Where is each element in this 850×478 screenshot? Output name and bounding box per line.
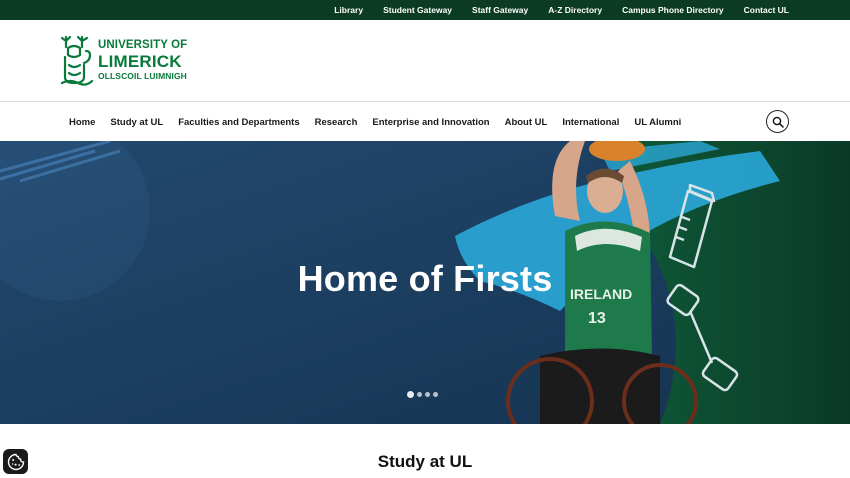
nav-about-ul[interactable]: About UL — [505, 117, 548, 128]
main-nav: Home Study at UL Faculties and Departmen… — [0, 103, 850, 141]
logo-limerick: LIMERICK — [98, 51, 182, 71]
utility-bar: Library Student Gateway Staff Gateway A-… — [0, 0, 850, 20]
nav-enterprise-and-innovation[interactable]: Enterprise and Innovation — [372, 117, 489, 128]
utility-link-az-directory[interactable]: A-Z Directory — [548, 5, 602, 15]
utility-link-campus-phone-directory[interactable]: Campus Phone Directory — [622, 5, 724, 15]
search-icon — [772, 116, 784, 128]
search-button[interactable] — [766, 110, 789, 133]
nav-international[interactable]: International — [562, 117, 619, 128]
main-nav-list: Home Study at UL Faculties and Departmen… — [69, 103, 696, 141]
logo-university-of: UNIVERSITY OF — [98, 39, 188, 51]
slider-dot-1[interactable] — [407, 391, 414, 398]
slider-dot-4[interactable] — [433, 392, 438, 397]
slider-dot-3[interactable] — [425, 392, 430, 397]
hero-banner: IRELAND 13 Home of Firsts — [0, 141, 850, 424]
utility-nav: Library Student Gateway Staff Gateway A-… — [314, 0, 789, 20]
site-header: UNIVERSITY OF LIMERICK OLLSCOIL LUIMNIGH — [0, 20, 850, 102]
nav-home[interactable]: Home — [69, 117, 95, 128]
logo-wordmark: UNIVERSITY OF LIMERICK OLLSCOIL LUIMNIGH — [98, 39, 188, 81]
utility-link-student-gateway[interactable]: Student Gateway — [383, 5, 452, 15]
slider-dot-2[interactable] — [417, 392, 422, 397]
logo-irish-name: OLLSCOIL LUIMNIGH — [98, 70, 187, 81]
slider-pagination — [407, 391, 441, 398]
jersey-number: 13 — [588, 310, 606, 327]
nav-research[interactable]: Research — [315, 117, 358, 128]
utility-link-staff-gateway[interactable]: Staff Gateway — [472, 5, 528, 15]
stag-crest-icon — [60, 35, 94, 86]
utility-link-contact-ul[interactable]: Contact UL — [744, 5, 789, 15]
nav-ul-alumni[interactable]: UL Alumni — [634, 117, 681, 128]
nav-faculties-and-departments[interactable]: Faculties and Departments — [178, 117, 299, 128]
hero-title: Home of Firsts — [297, 258, 553, 299]
nav-study-at-ul[interactable]: Study at UL — [110, 117, 163, 128]
utility-link-library[interactable]: Library — [334, 5, 363, 15]
section-title-study-at-ul: Study at UL — [377, 452, 473, 471]
university-logo[interactable]: UNIVERSITY OF LIMERICK OLLSCOIL LUIMNIGH — [60, 33, 187, 87]
